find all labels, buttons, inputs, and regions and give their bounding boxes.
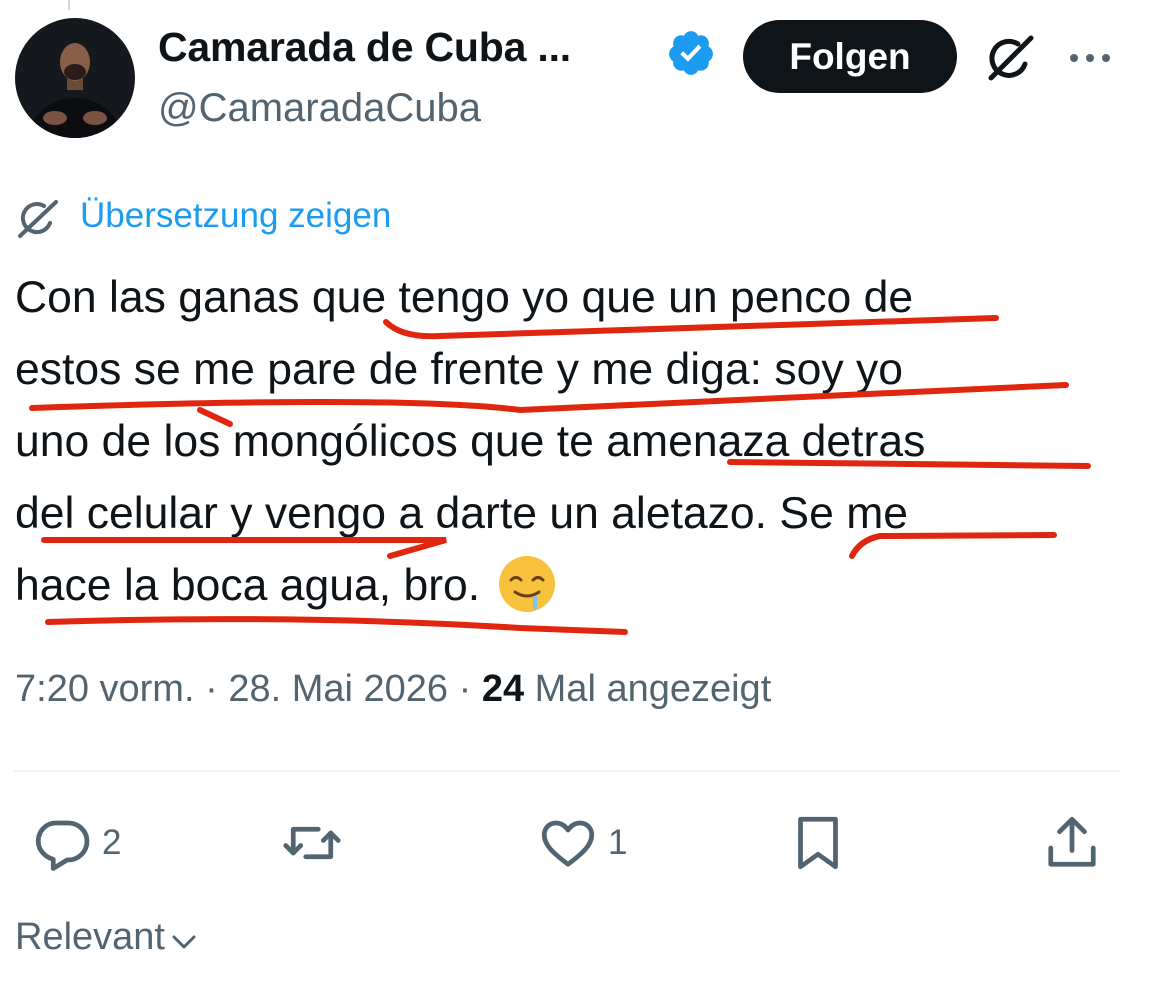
tweet-text: Con las ganas que tengo yo que un penco … [15,262,1140,622]
follow-button[interactable]: Folgen [743,20,957,93]
share-icon [1048,816,1096,867]
verified-badge-icon [669,31,713,75]
meta-separator: · [205,668,218,710]
like-count: 1 [608,823,628,862]
like-button[interactable]: 1 [538,812,627,874]
retweet-icon [283,826,341,860]
tweet-meta: 7:20 vorm. · 28. Mai 2026 · 24 Mal angez… [15,668,771,711]
bookmark-icon [798,816,838,870]
meta-separator: · [458,668,472,710]
tweet-date[interactable]: 28. Mai 2026 [228,668,448,710]
grok-translate-icon[interactable] [14,196,64,242]
reply-icon [35,820,90,871]
retweet-button[interactable] [282,812,352,874]
more-icon[interactable] [1066,38,1114,78]
grok-icon[interactable] [983,32,1039,84]
divider [14,770,1119,772]
share-button[interactable] [1042,812,1102,874]
like-icon [541,820,595,867]
author-handle[interactable]: @CamaradaCuba [158,86,481,131]
tweet-body: Con las ganas que tengo yo que un penco … [15,273,926,610]
views-label: Mal angezeigt [534,668,772,710]
author-display-name[interactable]: Camarada de Cuba ... [158,24,571,71]
chevron-down-icon [172,935,196,948]
avatar[interactable] [15,18,135,138]
thread-line [68,0,70,10]
reply-button[interactable]: 2 [32,812,121,874]
show-translation-link[interactable]: Übersetzung zeigen [80,196,391,236]
drooling-face-emoji [498,556,555,612]
views-count: 24 [481,668,525,710]
sort-replies-dropdown[interactable]: Relevant [15,916,199,959]
reply-count: 2 [102,823,122,862]
tweet-time[interactable]: 7:20 vorm. [15,668,195,710]
bookmark-button[interactable] [788,812,848,874]
sort-label: Relevant [15,916,165,958]
